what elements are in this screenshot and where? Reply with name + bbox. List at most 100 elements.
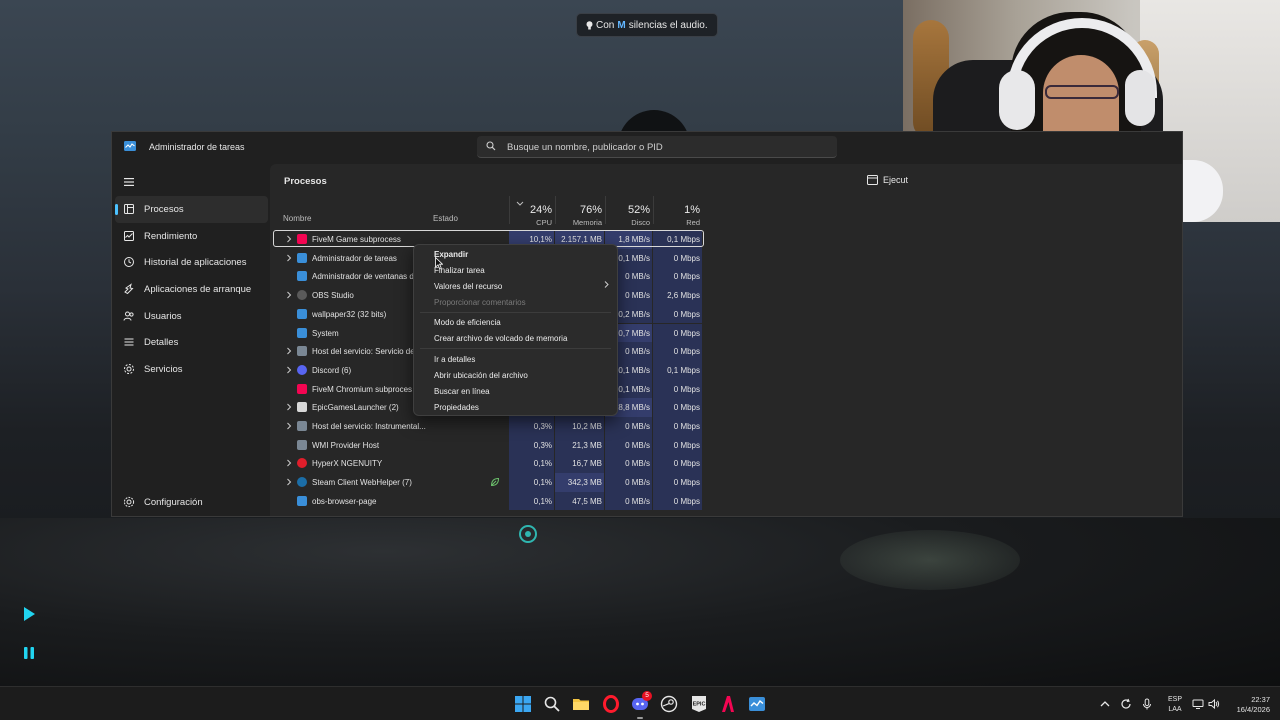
table-row[interactable]: Host del servicio: Instrumental... 0,3% 10… [270, 417, 1170, 436]
refresh-icon[interactable] [1120, 698, 1132, 710]
hamburger-menu-icon[interactable] [123, 176, 135, 188]
sidebar-item-services[interactable]: Servicios [115, 356, 268, 383]
sidebar-item-users[interactable]: Usuarios [115, 303, 268, 330]
chevron-right-icon[interactable] [286, 347, 292, 355]
table-row[interactable]: obs-browser-page 0,1% 47,5 MB 0 MB/s 0 Mbps [270, 491, 1170, 511]
column-memory[interactable]: Memoria [554, 218, 602, 227]
process-name: Steam Client WebHelper (7) [312, 478, 412, 488]
language-indicator[interactable]: ESP LAA [1165, 695, 1185, 715]
discord-taskbar-button[interactable]: 5 [631, 691, 652, 719]
chevron-right-icon[interactable] [286, 403, 292, 411]
chevron-right-icon[interactable] [286, 291, 292, 299]
pause-icon[interactable] [18, 643, 40, 663]
table-row[interactable]: HyperX NGENUITY 0,1% 16,7 MB 0 MB/s 0 Mbps [270, 454, 1170, 474]
memory-cell: 10,2 MB [572, 422, 602, 431]
column-disk[interactable]: Disco [606, 218, 650, 227]
run-task-icon [867, 175, 878, 185]
process-name: Administrador de ventanas d [312, 272, 414, 282]
table-row[interactable]: Administrador de ventanas d0 MB/s 0 Mbps [270, 267, 1170, 287]
opera-icon[interactable] [602, 695, 620, 713]
search-input[interactable] [505, 136, 829, 159]
page-title: Procesos [284, 176, 327, 187]
table-row[interactable]: FiveM Game subprocess 10,1% 2.157,1 MB 1,8 … [270, 230, 1170, 249]
search-box[interactable] [477, 136, 837, 159]
sidebar-item-label: Aplicaciones de arranque [144, 283, 252, 295]
hyperx-icon [297, 458, 307, 469]
menu-item-create-dump[interactable]: Crear archivo de volcado de memoria [434, 334, 567, 343]
game-indicator-ring-icon [519, 525, 537, 543]
table-row[interactable]: System 0,7 MB/s 0 Mbps [270, 323, 1170, 343]
process-name: System [312, 328, 339, 338]
network-cell: 0 Mbps [673, 459, 700, 469]
microphone-icon[interactable] [1141, 698, 1153, 710]
taskbar: 5 EPIC ESP LAA 22:37 16/4/2026 [0, 686, 1280, 720]
settings-button[interactable]: Configuración [115, 490, 265, 514]
file-explorer-icon[interactable] [572, 695, 590, 713]
network-cell: 0 Mbps [673, 309, 700, 319]
menu-item-open-file-location[interactable]: Abrir ubicación del archivo [434, 371, 528, 380]
table-row[interactable]: Steam Client WebHelper (7) 0,1% 342,3 MB 0 … [270, 473, 1170, 492]
sidebar-item-app-history[interactable]: Historial de aplicaciones [115, 249, 268, 276]
process-name: obs-browser-page [312, 496, 377, 506]
column-cpu-percent[interactable]: 24% [506, 204, 552, 216]
steam-icon[interactable] [660, 695, 678, 713]
sidebar-item-performance[interactable]: Rendimiento [115, 223, 268, 250]
table-row[interactable]: OBS Studio 0 MB/s 2,6 Mbps [270, 286, 1170, 305]
chevron-right-icon[interactable] [286, 478, 292, 486]
process-name: Host del servicio: Servicio de [312, 347, 415, 357]
sidebar-item-details[interactable]: Detalles [115, 329, 268, 356]
table-row[interactable]: Administrador de tareas 0,1 MB/s 0 Mbps [270, 248, 1170, 268]
process-name: FiveM Chromium subproces [312, 384, 413, 394]
table-row[interactable]: FiveM Chromium subproces 0,1 MB/s 0 Mbps [270, 379, 1170, 399]
chevron-right-icon[interactable] [286, 422, 292, 430]
system-clock[interactable]: 22:37 16/4/2026 [1220, 695, 1270, 715]
table-row[interactable]: EpicGamesLauncher (2) 18,8 MB/s 0 Mbps [270, 398, 1170, 417]
fivem-icon[interactable] [719, 695, 737, 713]
epic-games-icon[interactable]: EPIC [690, 695, 708, 713]
volume-icon[interactable] [1208, 698, 1220, 710]
chevron-up-icon[interactable] [1099, 698, 1111, 710]
table-row[interactable]: wallpaper32 (32 bits) 0,2 MB/s 0 Mbps [270, 304, 1170, 324]
column-status[interactable]: Estado [433, 214, 458, 223]
cpu-cell: 10,1% [529, 235, 552, 244]
title-bar[interactable]: Administrador de tareas [112, 132, 1182, 164]
column-network[interactable]: Red [652, 218, 700, 227]
menu-item-go-to-details[interactable]: Ir a detalles [434, 355, 475, 364]
chevron-right-icon[interactable] [286, 366, 292, 374]
column-cpu[interactable]: CPU [506, 218, 552, 227]
menu-item-search-online[interactable]: Buscar en línea [434, 387, 490, 396]
windows-start-icon[interactable] [514, 695, 532, 713]
column-disk-percent[interactable]: 52% [606, 204, 650, 216]
search-icon[interactable] [543, 695, 561, 713]
mouse-cursor-icon [435, 257, 443, 270]
column-memory-percent[interactable]: 76% [554, 204, 602, 216]
table-row[interactable]: Discord (6) 0,1 MB/s 0,1 Mbps [270, 360, 1170, 380]
processes-icon [124, 204, 134, 214]
wmi-icon [297, 439, 307, 450]
chevron-right-icon[interactable] [286, 235, 292, 243]
chevron-right-icon[interactable] [286, 254, 292, 262]
sidebar-item-processes[interactable]: Procesos [115, 196, 268, 223]
play-icon[interactable] [18, 604, 40, 624]
sidebar-nav: Procesos Rendimiento Historial de aplica… [112, 196, 270, 383]
disk-cell: 0 MB/s [625, 496, 650, 506]
network-icon[interactable] [1192, 698, 1204, 710]
cpu-cell: 0,3% [533, 440, 552, 450]
process-name: FiveM Game subprocess [312, 235, 401, 244]
table-row[interactable]: Host del servicio: Servicio de 0 MB/s 0 Mb… [270, 342, 1170, 361]
window-title: Administrador de tareas [149, 142, 245, 152]
task-manager-icon[interactable] [748, 695, 766, 713]
sidebar-item-startup-apps[interactable]: Aplicaciones de arranque [115, 276, 268, 303]
cpu-cell: 0,1% [533, 478, 552, 488]
webcam-headset-left [999, 70, 1035, 130]
run-new-task-button[interactable]: Ejecut [867, 175, 908, 185]
menu-item-properties[interactable]: Propiedades [434, 403, 479, 412]
column-network-percent[interactable]: 1% [652, 204, 700, 216]
menu-item-resource-values[interactable]: Valores del recurso [434, 282, 502, 291]
menu-item-efficiency-mode[interactable]: Modo de eficiencia [434, 318, 501, 327]
network-cell: 0 Mbps [673, 403, 700, 413]
table-row[interactable]: WMI Provider Host 0,3% 21,3 MB 0 MB/s 0 Mbps [270, 435, 1170, 455]
column-name[interactable]: Nombre [283, 214, 311, 223]
discord-badge: 5 [642, 691, 652, 701]
chevron-right-icon[interactable] [286, 459, 292, 467]
